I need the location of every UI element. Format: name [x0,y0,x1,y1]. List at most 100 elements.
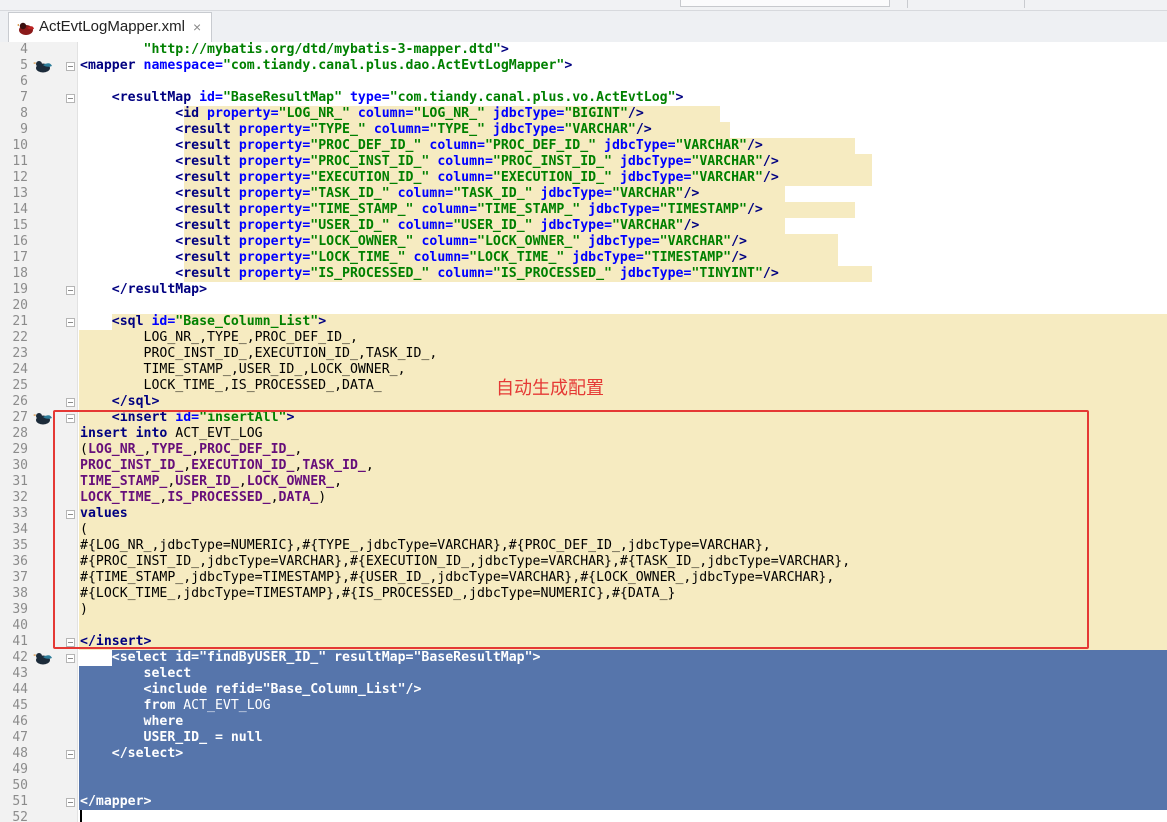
code-text: "http://mybatis.org/dtd/mybatis-3-mapper… [143,42,509,57]
code-line[interactable]: 51 </mapper> [0,794,1167,810]
code-line[interactable]: 5 <mapper namespace="com.tiandy.canal.plu… [0,58,1167,74]
line-number: 24 [12,362,28,377]
line-number: 25 [12,378,28,393]
code-line[interactable]: 52 [0,810,1167,822]
fold-toggle-icon[interactable] [66,654,75,663]
line-number: 19 [12,282,28,297]
code-text: <include refid="Base_Column_List"/> [80,682,422,697]
code-line[interactable]: 14 <result property="TIME_STAMP_" column… [0,202,1167,218]
code-text: <result property="PROC_DEF_ID_" column="… [175,138,763,153]
code-line[interactable]: 10 <result property="PROC_DEF_ID_" colum… [0,138,1167,154]
line-number: 48 [12,746,28,761]
line-number: 42 [12,650,28,665]
line-number: 50 [12,778,28,793]
line-number: 32 [12,490,28,505]
line-number: 23 [12,346,28,361]
code-line[interactable]: 11 <result property="PROC_INST_ID_" colu… [0,154,1167,170]
line-number: 49 [12,762,28,777]
line-highlight [79,394,1167,410]
code-text: from ACT_EVT_LOG [80,698,271,713]
code-text: <result property="LOCK_TIME_" column="LO… [175,250,747,265]
code-line[interactable]: 49 [0,762,1167,778]
code-line[interactable]: 43 select [0,666,1167,682]
line-number: 10 [12,138,28,153]
code-line[interactable]: 4 "http://mybatis.org/dtd/mybatis-3-mapp… [0,42,1167,58]
fold-toggle-icon[interactable] [66,318,75,327]
code-text: <resultMap id="BaseResultMap" type="com.… [111,90,684,105]
fold-toggle-icon[interactable] [66,286,75,295]
code-line[interactable]: 22 LOG_NR_,TYPE_,PROC_DEF_ID_, [0,330,1167,346]
code-line[interactable]: 21 <sql id="Base_Column_List"> [0,314,1167,330]
line-number: 36 [12,554,28,569]
code-line[interactable]: 20 [0,298,1167,314]
fold-toggle-icon[interactable] [66,398,75,407]
code-line[interactable]: 19 </resultMap> [0,282,1167,298]
line-number: 8 [20,106,28,121]
code-line[interactable]: 7 <resultMap id="BaseResultMap" type="co… [0,90,1167,106]
code-line[interactable]: 9 <result property="TYPE_" column="TYPE_… [0,122,1167,138]
line-number: 52 [12,810,28,822]
code-line[interactable]: 47 USER_ID_ = null [0,730,1167,746]
code-line[interactable]: 12 <result property="EXECUTION_ID_" colu… [0,170,1167,186]
line-number: 30 [12,458,28,473]
code-text: </select> [80,746,184,761]
line-number: 47 [12,730,28,745]
selection-highlight [79,762,1167,778]
code-line[interactable]: 44 <include refid="Base_Column_List"/> [0,682,1167,698]
code-line[interactable]: 50 [0,778,1167,794]
mybatis-bird-icon [17,22,34,35]
code-text: TIME_STAMP_,USER_ID_,LOCK_OWNER_, [80,362,406,377]
line-number: 31 [12,474,28,489]
code-line[interactable]: 15 <result property="USER_ID_" column="U… [0,218,1167,234]
code-line[interactable]: 48 </select> [0,746,1167,762]
code-text: <select id="findByUSER_ID_" resultMap="B… [111,650,541,665]
line-number: 21 [12,314,28,329]
fold-toggle-icon[interactable] [66,94,75,103]
code-line[interactable]: 42 <select id="findByUSER_ID_" resultMap… [0,650,1167,666]
mybatis-bird-icon[interactable] [33,410,53,426]
line-number: 15 [12,218,28,233]
code-editor[interactable]: 4 "http://mybatis.org/dtd/mybatis-3-mapp… [0,42,1167,822]
line-number: 12 [12,170,28,185]
line-number: 27 [12,410,28,425]
toolbar-strip [0,0,1167,11]
line-number: 43 [12,666,28,681]
code-line[interactable]: 45 from ACT_EVT_LOG [0,698,1167,714]
code-line[interactable]: 46 where [0,714,1167,730]
line-number: 45 [12,698,28,713]
code-text: <result property="TYPE_" column="TYPE_" … [175,122,652,137]
close-icon[interactable]: × [193,19,201,35]
line-number: 29 [12,442,28,457]
fold-toggle-icon[interactable] [66,750,75,759]
fold-toggle-icon[interactable] [66,798,75,807]
code-text: PROC_INST_ID_,EXECUTION_ID_,TASK_ID_, [80,346,438,361]
mybatis-bird-icon[interactable] [33,58,53,74]
code-line[interactable]: 8 <id property="LOG_NR_" column="LOG_NR_… [0,106,1167,122]
annotation-highlight-box [53,410,1089,649]
line-number: 46 [12,714,28,729]
line-number: 35 [12,538,28,553]
code-line[interactable]: 17 <result property="LOCK_TIME_" column=… [0,250,1167,266]
line-number: 14 [12,202,28,217]
line-number: 9 [20,122,28,137]
code-text: LOG_NR_,TYPE_,PROC_DEF_ID_, [80,330,358,345]
text-caret [80,810,82,822]
code-text: <result property="LOCK_OWNER_" column="L… [175,234,747,249]
code-text: USER_ID_ = null [80,730,263,745]
fold-toggle-icon[interactable] [66,62,75,71]
mybatis-bird-icon[interactable] [33,650,53,666]
code-line[interactable]: 13 <result property="TASK_ID_" column="T… [0,186,1167,202]
code-line[interactable]: 16 <result property="LOCK_OWNER_" column… [0,234,1167,250]
code-text: where [80,714,184,729]
search-box[interactable] [680,0,890,7]
code-text: <result property="TASK_ID_" column="TASK… [175,186,700,201]
line-number: 18 [12,266,28,281]
code-text: <result property="EXECUTION_ID_" column=… [175,170,779,185]
code-line[interactable]: 6 [0,74,1167,90]
code-line[interactable]: 23 PROC_INST_ID_,EXECUTION_ID_,TASK_ID_, [0,346,1167,362]
code-text: <mapper namespace="com.tiandy.canal.plus… [80,58,573,73]
tab-actevtlogmapper[interactable]: ActEvtLogMapper.xml × [8,12,212,42]
code-line[interactable]: 18 <result property="IS_PROCESSED_" colu… [0,266,1167,282]
line-number: 41 [12,634,28,649]
selection-highlight [79,778,1167,794]
